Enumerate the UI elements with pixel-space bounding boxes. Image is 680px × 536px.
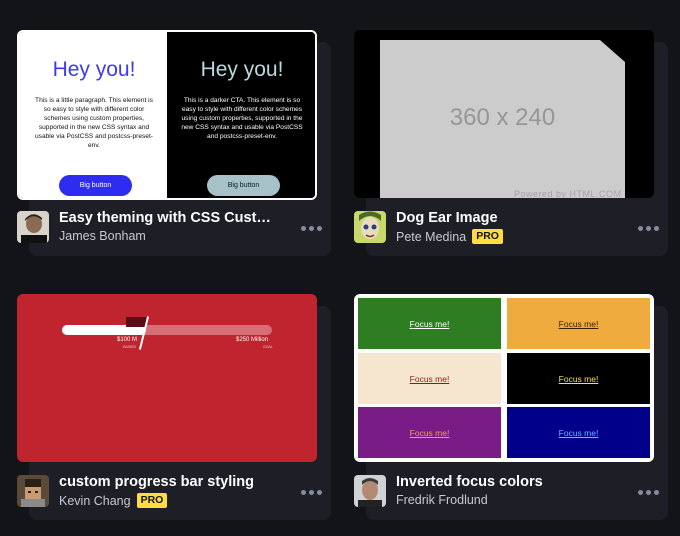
big-button-dark[interactable]: Big button bbox=[207, 175, 280, 196]
pen-meta: Inverted focus colors Fredrik Frodlund bbox=[354, 474, 666, 510]
pen-preview[interactable]: 360 x 240 Powered by HTML.COM bbox=[354, 30, 654, 198]
pro-badge: PRO bbox=[136, 493, 168, 508]
pen-card: $100 M RAISED $250 Million GOAL custom p… bbox=[17, 294, 331, 520]
focus-link[interactable]: Focus me! bbox=[358, 353, 501, 404]
progress-preview: $100 M RAISED $250 Million GOAL bbox=[17, 294, 317, 462]
pen-card: Hey you! This is a little paragraph. Thi… bbox=[17, 30, 331, 256]
goal-sub: GOAL bbox=[263, 345, 273, 349]
avatar[interactable] bbox=[17, 211, 49, 243]
focus-link[interactable]: Focus me! bbox=[358, 298, 501, 349]
flag-icon bbox=[126, 317, 146, 327]
focus-link[interactable]: Focus me! bbox=[358, 407, 501, 458]
dark-heading: Hey you! bbox=[200, 58, 284, 81]
avatar[interactable] bbox=[17, 475, 49, 507]
pen-title[interactable]: Inverted focus colors bbox=[396, 474, 616, 490]
goal-amount: $250 Million bbox=[236, 337, 269, 343]
author-name[interactable]: Fredrik Frodlund bbox=[396, 493, 488, 507]
pen-title[interactable]: Easy theming with CSS Custom ... bbox=[59, 210, 279, 226]
light-cta: Hey you! This is a little paragraph. Thi… bbox=[19, 32, 169, 198]
pen-card: Focus me! Focus me! Focus me! Focus me! … bbox=[354, 294, 668, 520]
author-line: Pete Medina PRO bbox=[396, 229, 503, 244]
pen-meta: Dog Ear Image Pete Medina PRO bbox=[354, 210, 666, 246]
pen-preview[interactable]: Focus me! Focus me! Focus me! Focus me! … bbox=[354, 294, 654, 462]
more-dots-icon[interactable] bbox=[638, 486, 662, 498]
avatar[interactable] bbox=[354, 475, 386, 507]
pro-badge: PRO bbox=[472, 229, 503, 244]
pen-meta: Easy theming with CSS Custom ... James B… bbox=[17, 210, 329, 246]
focus-link[interactable]: Focus me! bbox=[507, 407, 650, 458]
pen-title[interactable]: custom progress bar styling bbox=[59, 474, 279, 490]
pen-preview[interactable]: $100 M RAISED $250 Million GOAL bbox=[17, 294, 317, 462]
light-heading: Hey you! bbox=[52, 58, 136, 81]
dark-paragraph: This is a darker CTA. This element is so… bbox=[181, 97, 303, 140]
author-name[interactable]: Kevin Chang bbox=[59, 494, 131, 508]
pen-meta: custom progress bar styling Kevin Chang … bbox=[17, 474, 329, 510]
more-dots-icon[interactable] bbox=[301, 486, 325, 498]
pen-card: 360 x 240 Powered by HTML.COM Dog Ear Im… bbox=[354, 30, 668, 256]
author-line: Fredrik Frodlund bbox=[396, 493, 488, 507]
more-dots-icon[interactable] bbox=[638, 222, 662, 234]
current-amount: $100 M bbox=[117, 337, 138, 343]
focus-link[interactable]: Focus me! bbox=[507, 353, 650, 404]
author-line: Kevin Chang PRO bbox=[59, 493, 168, 508]
big-button[interactable]: Big button bbox=[59, 175, 132, 196]
placeholder-watermark: Powered by HTML.COM bbox=[514, 189, 622, 198]
avatar[interactable] bbox=[354, 211, 386, 243]
dog-ear-image: 360 x 240 Powered by HTML.COM bbox=[354, 30, 654, 198]
light-paragraph: This is a little paragraph. This element… bbox=[34, 97, 153, 149]
pen-preview[interactable]: Hey you! This is a little paragraph. Thi… bbox=[17, 30, 317, 200]
author-name[interactable]: James Bonham bbox=[59, 229, 146, 243]
more-dots-icon[interactable] bbox=[301, 222, 325, 234]
dark-cta: Hey you! This is a darker CTA. This elem… bbox=[167, 32, 315, 198]
author-name[interactable]: Pete Medina bbox=[396, 230, 466, 244]
focus-link[interactable]: Focus me! bbox=[507, 298, 650, 349]
focus-grid: Focus me! Focus me! Focus me! Focus me! … bbox=[354, 294, 654, 462]
current-sub: RAISED bbox=[123, 345, 137, 349]
placeholder-dimensions: 360 x 240 bbox=[449, 104, 556, 131]
pen-title[interactable]: Dog Ear Image bbox=[396, 210, 616, 226]
author-line: James Bonham bbox=[59, 229, 146, 243]
